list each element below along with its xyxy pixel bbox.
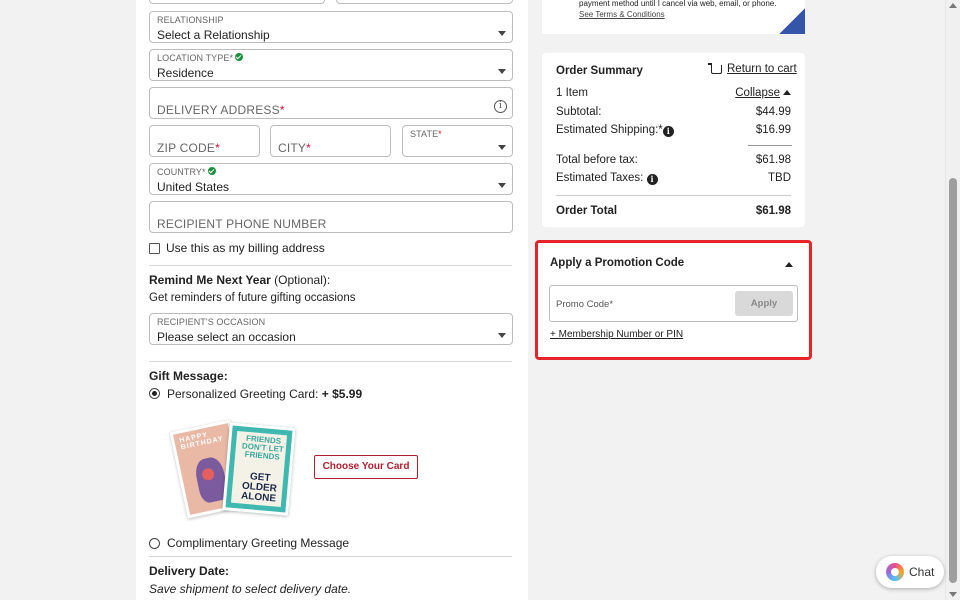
occasion-value: Please select an occasion (157, 330, 296, 344)
country-select[interactable]: COUNTRY* United States (149, 163, 513, 195)
banner-corner-graphic (779, 8, 805, 34)
cart-icon[interactable] (708, 63, 722, 74)
collapse-link[interactable]: Collapse (735, 87, 780, 99)
relationship-value: Select a Relationship (157, 28, 270, 42)
shipping-value: $16.99 (755, 124, 791, 136)
before-tax-value: $61.98 (755, 154, 791, 166)
promotion-code-panel: Apply a Promotion Code Promo Code* Apply… (535, 240, 812, 360)
info-icon[interactable]: i (646, 174, 658, 185)
occasion-select[interactable]: RECIPIENT'S OCCASION Please select an oc… (149, 313, 513, 345)
personalized-card-radio[interactable] (149, 388, 160, 399)
terms-link[interactable]: See Terms & Conditions (579, 10, 665, 19)
zip-code-placeholder: ZIP CODE (157, 141, 216, 155)
chevron-down-icon (498, 183, 506, 188)
valid-check-icon (235, 53, 244, 61)
chevron-down-icon (498, 145, 506, 150)
recipient-phone-input[interactable]: RECIPIENT PHONE NUMBER (149, 201, 513, 233)
occasion-label: RECIPIENT'S OCCASION (157, 317, 266, 327)
subtotal-value: $44.99 (755, 106, 791, 118)
required-mark: * (202, 167, 206, 177)
last-name-field[interactable] (336, 0, 513, 4)
card-back-text: HAPPY BIRTHDAY (178, 431, 225, 452)
personalized-card-price: + $5.99 (321, 387, 363, 401)
page-scrollbar[interactable] (945, 0, 960, 600)
taxes-label: Estimated Taxes: (556, 172, 644, 184)
required-mark: * (215, 141, 220, 155)
order-summary-panel: Order Summary Return to cart 1 Item Coll… (542, 53, 805, 227)
divider (556, 195, 791, 196)
divider (149, 556, 512, 557)
card-front-top-text: FRIENDS DON'T LET FRIENDS (241, 433, 285, 462)
chat-label: Chat (909, 565, 935, 579)
return-to-cart-link[interactable]: Return to cart (727, 63, 797, 75)
state-label: STATE (410, 129, 439, 139)
personalized-card-label: Personalized Greeting Card: (167, 387, 322, 401)
subscription-text: payment method until I cancel via web, e… (579, 0, 777, 8)
country-value: United States (157, 180, 230, 194)
city-placeholder: CITY (278, 141, 307, 155)
before-tax-label: Total before tax: (556, 154, 638, 166)
chevron-down-icon (498, 69, 506, 74)
billing-address-label[interactable]: Use this as my billing address (166, 241, 325, 255)
location-type-select[interactable]: LOCATION TYPE* Residence (149, 49, 513, 81)
recipient-phone-placeholder: RECIPIENT PHONE NUMBER (157, 217, 327, 231)
zip-code-input[interactable]: ZIP CODE* (149, 125, 260, 157)
greeting-card-front-image: FRIENDS DON'T LET FRIENDS GET OLDER ALON… (222, 422, 296, 516)
order-summary-title: Order Summary (556, 65, 643, 77)
order-total-value: $61.98 (755, 205, 791, 217)
city-input[interactable]: CITY* (270, 125, 391, 157)
apply-button[interactable]: Apply (735, 291, 793, 316)
card-front-bottom-text: GET OLDER ALONE (240, 471, 278, 505)
subscription-banner: payment method until I cancel via web, e… (542, 0, 805, 34)
state-select[interactable]: STATE* (402, 125, 513, 157)
billing-address-checkbox[interactable] (149, 243, 160, 254)
choose-your-card-button[interactable]: Choose Your Card (314, 455, 418, 479)
delivery-address-placeholder: DELIVERY ADDRESS (157, 103, 280, 117)
info-icon[interactable]: i (662, 126, 674, 137)
remind-title: Remind Me Next Year (149, 273, 271, 287)
subtotal-label: Subtotal: (556, 106, 602, 118)
delivery-date-title: Delivery Date: (149, 564, 230, 578)
required-mark: * (229, 53, 234, 63)
complimentary-message-label[interactable]: Complimentary Greeting Message (167, 536, 349, 550)
chevron-up-icon (783, 90, 791, 95)
chevron-up-icon[interactable] (785, 262, 793, 267)
promotion-title: Apply a Promotion Code (550, 257, 685, 269)
shipping-label: Estimated Shipping:* (556, 124, 663, 136)
scroll-down-icon[interactable] (949, 592, 957, 597)
relationship-select[interactable]: RELATIONSHIP Select a Relationship (149, 11, 513, 43)
complimentary-message-radio[interactable] (149, 538, 160, 549)
delivery-address-input[interactable]: DELIVERY ADDRESS* i (149, 87, 513, 119)
divider (149, 265, 512, 266)
taxes-value: TBD (768, 172, 791, 184)
item-count: 1 Item (556, 87, 588, 99)
relationship-label: RELATIONSHIP (157, 15, 224, 25)
scrollbar-thumb[interactable] (949, 178, 957, 583)
membership-link[interactable]: + Membership Number or PIN (550, 329, 683, 340)
chevron-down-icon (498, 31, 506, 36)
promo-code-placeholder: Promo Code* (556, 299, 614, 310)
scroll-up-icon[interactable] (949, 3, 957, 8)
location-type-label: LOCATION TYPE (157, 53, 230, 63)
promo-code-input[interactable]: Promo Code* Apply (549, 285, 798, 322)
valid-check-icon (207, 167, 216, 175)
required-mark: * (279, 103, 285, 117)
required-mark: * (306, 141, 312, 155)
chat-icon (886, 563, 904, 581)
chat-button[interactable]: Chat (876, 556, 944, 588)
order-total-label: Order Total (556, 205, 618, 217)
divider (748, 145, 792, 146)
location-type-value: Residence (157, 66, 214, 80)
gift-message-title: Gift Message: (149, 369, 228, 383)
remind-subtitle: Get reminders of future gifting occasion… (149, 292, 356, 304)
divider (149, 361, 512, 362)
required-mark: * (438, 129, 442, 139)
remind-optional: (Optional): (270, 273, 331, 287)
first-name-field[interactable] (149, 0, 325, 4)
chevron-down-icon (498, 333, 506, 338)
country-label: COUNTRY (157, 167, 203, 177)
info-icon[interactable]: i (494, 100, 507, 113)
delivery-date-note: Save shipment to select delivery date. (149, 582, 352, 596)
